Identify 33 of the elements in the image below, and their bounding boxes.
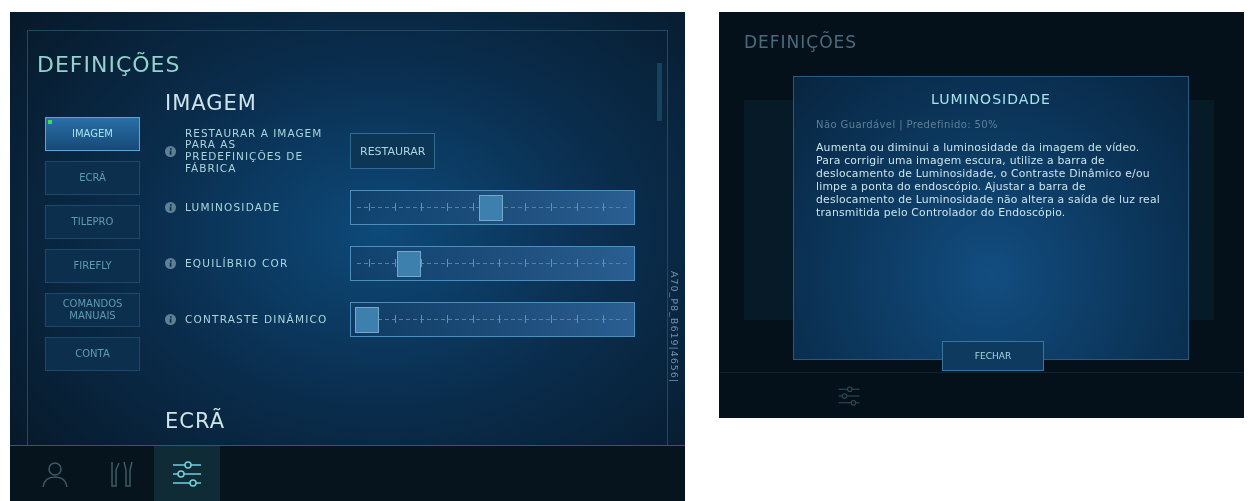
- dialog-text: Aumenta ou diminui a luminosidade da imagem de vídeo. Para corrigir uma imagem escura, utilize a barra de deslocamento de Luminosidade, o Contraste Dinâmico e/ou limpe a ponta do endoscópio. Ajustar a barra de deslocamento de Luminosidade não altera a saída de luz real transmitida pelo Controlador do Endoscópio.: [816, 142, 1161, 220]
- info-icon[interactable]: [165, 257, 176, 269]
- restore-button[interactable]: RESTAURAR: [350, 133, 436, 169]
- setting-label: EQUILÍBRIO COR: [185, 257, 290, 269]
- info-icon[interactable]: [165, 201, 176, 213]
- close-button[interactable]: FECHAR: [942, 341, 1044, 371]
- page-title: DEFINIÇÕES: [37, 52, 182, 77]
- setting-label: CONTRASTE DINÂMICO: [185, 313, 329, 325]
- settings-icon[interactable]: [837, 384, 861, 408]
- nav-tab[interactable]: TILEPRO: [45, 205, 140, 239]
- setting-label: LUMINOSIDADE: [185, 201, 282, 213]
- nav-tab[interactable]: CONTA: [45, 337, 140, 371]
- nav-tab[interactable]: IMAGEM: [45, 117, 140, 151]
- scrollbar[interactable]: [657, 63, 662, 121]
- slider-track[interactable]: [350, 301, 635, 337]
- slider-thumb[interactable]: [355, 306, 379, 333]
- info-icon[interactable]: [165, 313, 176, 325]
- section-heading: IMAGEM: [165, 91, 258, 115]
- side-code: A70_P8_B619|4656|: [669, 271, 680, 384]
- slider-track[interactable]: [350, 245, 635, 281]
- slider-track[interactable]: [350, 189, 635, 225]
- dialog-title: LUMINOSIDADE: [930, 91, 1052, 107]
- nav-tab[interactable]: ECRÃ: [45, 161, 140, 195]
- slider-thumb[interactable]: [397, 250, 421, 277]
- bottom-tab[interactable]: [154, 446, 220, 501]
- nav-tab[interactable]: COMANDOS MANUAIS: [45, 293, 140, 327]
- slider-thumb[interactable]: [478, 194, 503, 221]
- setting-label: RESTAURAR A IMAGEM PARA AS PREDEFINIÇÕES DE FÁBRICA: [185, 127, 324, 175]
- dimmed-page-title: DEFINIÇÕES: [744, 32, 859, 52]
- nav-tab[interactable]: FIREFLY: [45, 249, 140, 283]
- info-icon[interactable]: [165, 145, 176, 157]
- section-heading: ECRÃ: [165, 409, 227, 433]
- dialog-subtitle: Não Guardável | Predefinido: 50%: [816, 119, 999, 130]
